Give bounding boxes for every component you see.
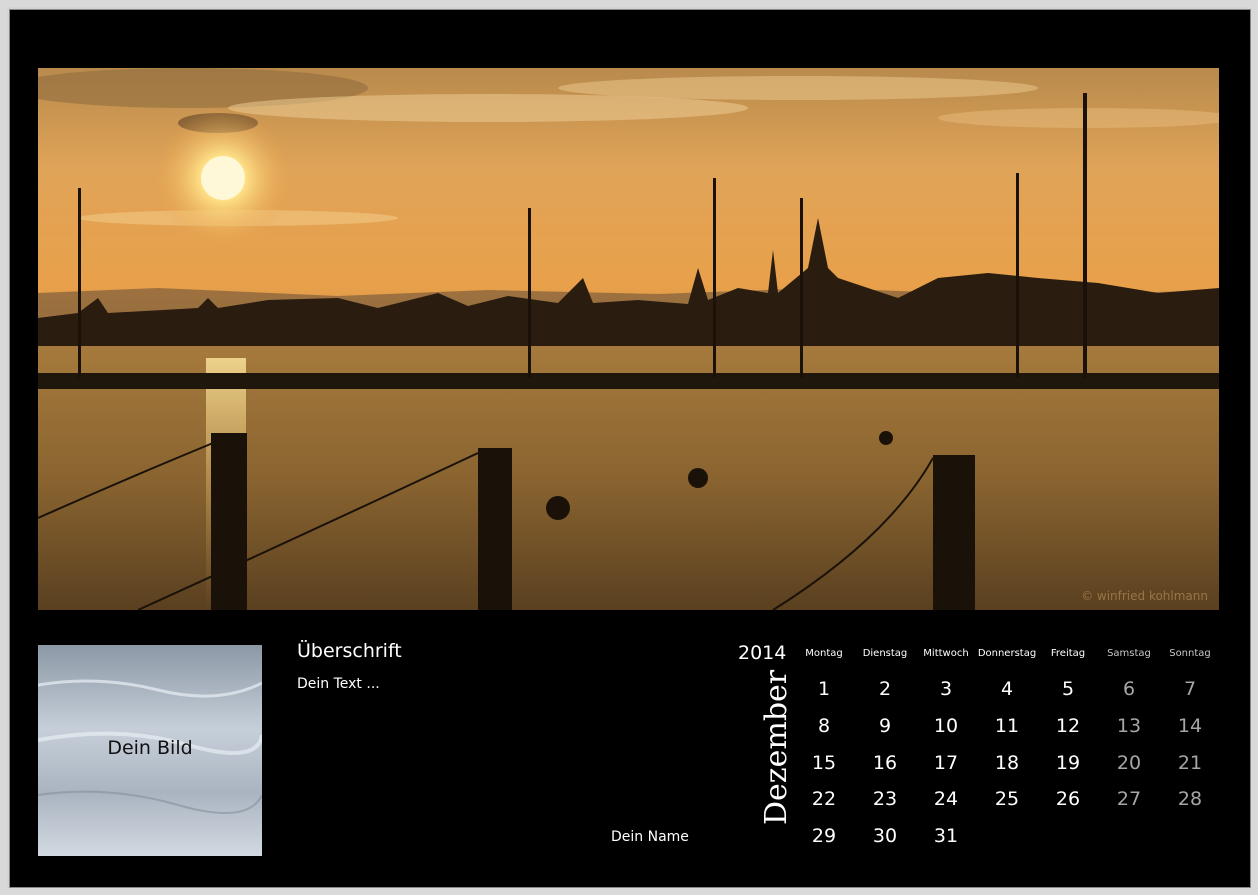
- calendar-day: 26: [1055, 788, 1081, 810]
- sunset-harbor-image: © winfried kohlmann: [38, 68, 1219, 610]
- calendar-day: 28: [1177, 788, 1203, 810]
- calendar-day: 16: [872, 752, 898, 774]
- calendar-day: 30: [872, 825, 898, 847]
- calendar-day: 12: [1055, 715, 1081, 737]
- weekday-header: Freitag: [1050, 648, 1086, 659]
- calendar-day: 15: [811, 752, 837, 774]
- calendar-day: 3: [939, 678, 953, 700]
- calendar-day: 29: [811, 825, 837, 847]
- calendar-day: 13: [1116, 715, 1142, 737]
- placeholder-image[interactable]: Dein Bild: [38, 645, 262, 856]
- calendar-day: 11: [994, 715, 1020, 737]
- calendar-day: 17: [933, 752, 959, 774]
- calendar-day: 14: [1177, 715, 1203, 737]
- weekday-header: Samstag: [1107, 648, 1151, 659]
- calendar-year: 2014: [738, 642, 787, 664]
- calendar-day: 10: [933, 715, 959, 737]
- calendar-day: 4: [1000, 678, 1014, 700]
- main-photo: © winfried kohlmann: [38, 68, 1219, 610]
- calendar-day: 24: [933, 788, 959, 810]
- author-name[interactable]: Dein Name: [611, 829, 689, 845]
- calendar-month: Dezember: [759, 669, 794, 825]
- calendar-day: 5: [1061, 678, 1075, 700]
- photo-credit: © winfried kohlmann: [1081, 589, 1208, 603]
- calendar-day: 6: [1122, 678, 1136, 700]
- calendar-day: 23: [872, 788, 898, 810]
- weekday-header: Dienstag: [862, 648, 908, 659]
- calendar-day: 25: [994, 788, 1020, 810]
- calendar-day: 2: [878, 678, 892, 700]
- body-text[interactable]: Dein Text ...: [297, 676, 380, 692]
- calendar-day: 9: [878, 715, 892, 737]
- calendar-day: 21: [1177, 752, 1203, 774]
- calendar-day: 19: [1055, 752, 1081, 774]
- weekday-header: Donnerstag: [977, 648, 1037, 659]
- calendar-day: 7: [1183, 678, 1197, 700]
- calendar-day: 31: [933, 825, 959, 847]
- heading-text[interactable]: Überschrift: [297, 640, 402, 662]
- calendar-day: 20: [1116, 752, 1142, 774]
- weekday-header: Sonntag: [1169, 648, 1211, 659]
- calendar-day: 1: [817, 678, 831, 700]
- calendar-day: 27: [1116, 788, 1142, 810]
- calendar-day: 18: [994, 752, 1020, 774]
- calendar-day: 22: [811, 788, 837, 810]
- weekday-header: Mittwoch: [923, 648, 969, 659]
- placeholder-image-label: Dein Bild: [107, 737, 193, 759]
- calendar-day: 8: [817, 715, 831, 737]
- weekday-header: Montag: [805, 648, 843, 659]
